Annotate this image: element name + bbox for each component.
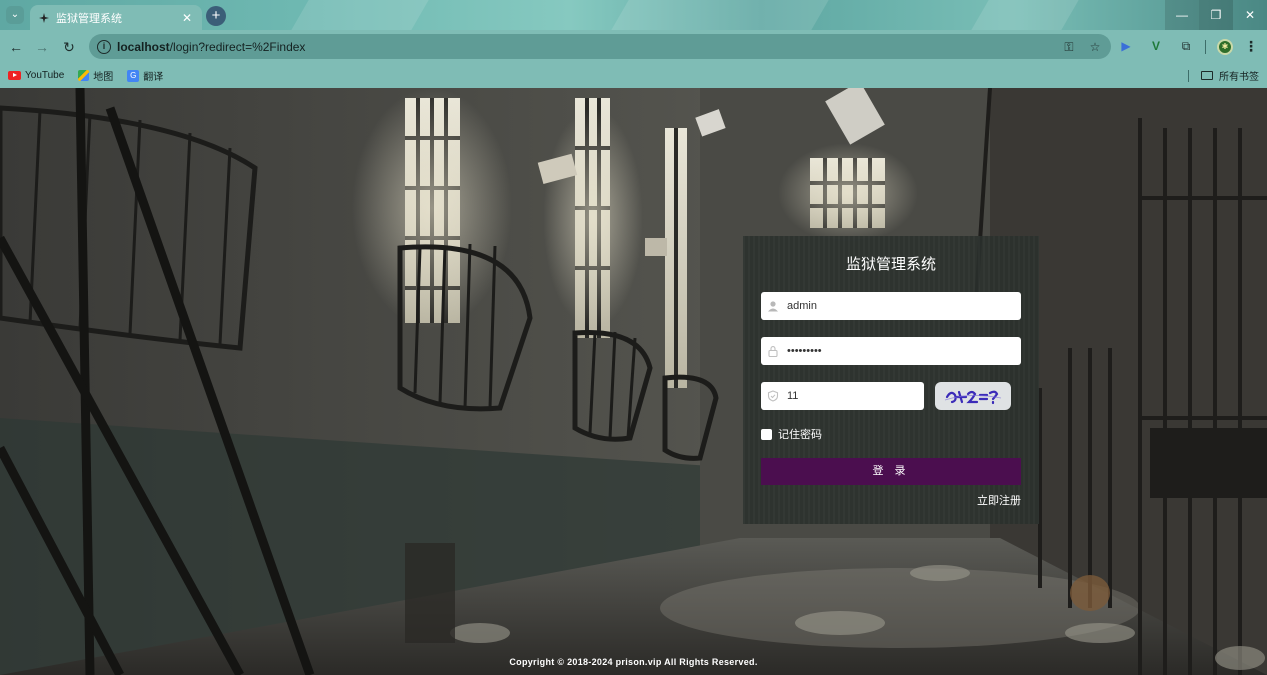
tab-title: 监狱管理系统: [56, 12, 122, 25]
bookmark-label: 地图: [93, 72, 114, 83]
captcha-field[interactable]: [761, 382, 929, 410]
password-input[interactable]: [787, 337, 1021, 365]
copyright-footer: Copyright © 2018-2024 prison.vip All Rig…: [509, 657, 758, 667]
prison-corridor-background: [0, 88, 1267, 675]
new-tab-button[interactable]: +: [206, 6, 226, 26]
prison-favicon-icon: [38, 12, 50, 24]
bookmark-youtube[interactable]: YouTube: [8, 70, 64, 81]
youtube-icon: [8, 71, 21, 80]
folder-icon: [1201, 71, 1213, 80]
user-icon: [767, 300, 779, 312]
bookmark-label: 翻译: [143, 72, 164, 83]
password-field[interactable]: [761, 337, 1021, 365]
v-extension-icon[interactable]: V: [1147, 37, 1165, 55]
register-link[interactable]: 立即注册: [977, 492, 1021, 508]
remember-password-option[interactable]: 记住密码: [761, 426, 822, 442]
username-field[interactable]: [761, 292, 1021, 320]
bookmark-maps[interactable]: 地图: [78, 68, 113, 83]
url-text[interactable]: localhost/login?redirect=%2Findex: [117, 40, 1051, 54]
close-window-button[interactable]: ✕: [1233, 0, 1267, 30]
remember-checkbox[interactable]: [761, 428, 772, 440]
username-input[interactable]: [787, 292, 1021, 320]
minimize-button[interactable]: —: [1165, 0, 1199, 30]
forward-arrow-icon[interactable]: →: [32, 37, 52, 57]
reload-icon[interactable]: ↻: [59, 37, 79, 57]
extensions-area: ▶ V ⧉: [1117, 37, 1195, 55]
captcha-input[interactable]: [787, 382, 929, 410]
tab-close-icon[interactable]: ✕: [180, 11, 194, 25]
back-arrow-icon[interactable]: ←: [6, 37, 26, 57]
extensions-puzzle-icon[interactable]: ⧉: [1177, 37, 1195, 55]
all-bookmarks-label: 所有书签: [1219, 72, 1259, 83]
page-viewport: 监狱管理系统 记住密码: [0, 88, 1267, 675]
toolbar-divider: [1205, 40, 1206, 54]
tab-search-button[interactable]: ⌄: [6, 6, 24, 24]
bookmark-label: YouTube: [25, 70, 65, 81]
bookmark-star-icon[interactable]: ☆: [1087, 39, 1103, 55]
translate-icon: G: [127, 69, 140, 82]
play-extension-icon[interactable]: ▶: [1117, 37, 1135, 55]
tab-strip-decoration: [611, 0, 829, 30]
login-button[interactable]: 登 录: [761, 458, 1021, 485]
password-key-icon[interactable]: ⚿: [1061, 39, 1077, 55]
profile-avatar[interactable]: ✱: [1217, 39, 1233, 55]
tab-strip-decoration: [971, 0, 1079, 30]
shield-icon: [767, 390, 779, 402]
browser-tab-strip: ⌄ 监狱管理系统 ✕ + — ❐ ✕: [0, 0, 1267, 30]
bookmarks-divider: [1188, 69, 1189, 82]
lock-icon: [767, 345, 779, 357]
remember-label: 记住密码: [778, 429, 822, 441]
bookmark-translate[interactable]: G 翻译: [127, 68, 163, 83]
bookmarks-bar: YouTube 地图 G 翻译 所有书签: [0, 63, 1267, 88]
window-controls: — ❐ ✕: [1165, 0, 1267, 30]
login-panel: 监狱管理系统 记住密码: [743, 236, 1039, 524]
login-title: 监狱管理系统: [845, 256, 936, 273]
captcha-graphic: [944, 390, 1002, 405]
tab-strip-decoration: [291, 0, 429, 30]
captcha-image[interactable]: [935, 382, 1011, 410]
all-bookmarks-button[interactable]: 所有书签: [1188, 63, 1259, 88]
maps-icon: [78, 70, 90, 81]
site-info-icon[interactable]: i: [97, 39, 111, 54]
active-tab[interactable]: 监狱管理系统 ✕: [30, 5, 202, 30]
browser-toolbar: ← → ↻ i localhost/login?redirect=%2Finde…: [0, 30, 1267, 63]
browser-menu-icon[interactable]: ⋮: [1244, 36, 1258, 56]
maximize-button[interactable]: ❐: [1199, 0, 1233, 30]
address-bar[interactable]: i localhost/login?redirect=%2Findex ⚿ ☆: [89, 34, 1111, 59]
